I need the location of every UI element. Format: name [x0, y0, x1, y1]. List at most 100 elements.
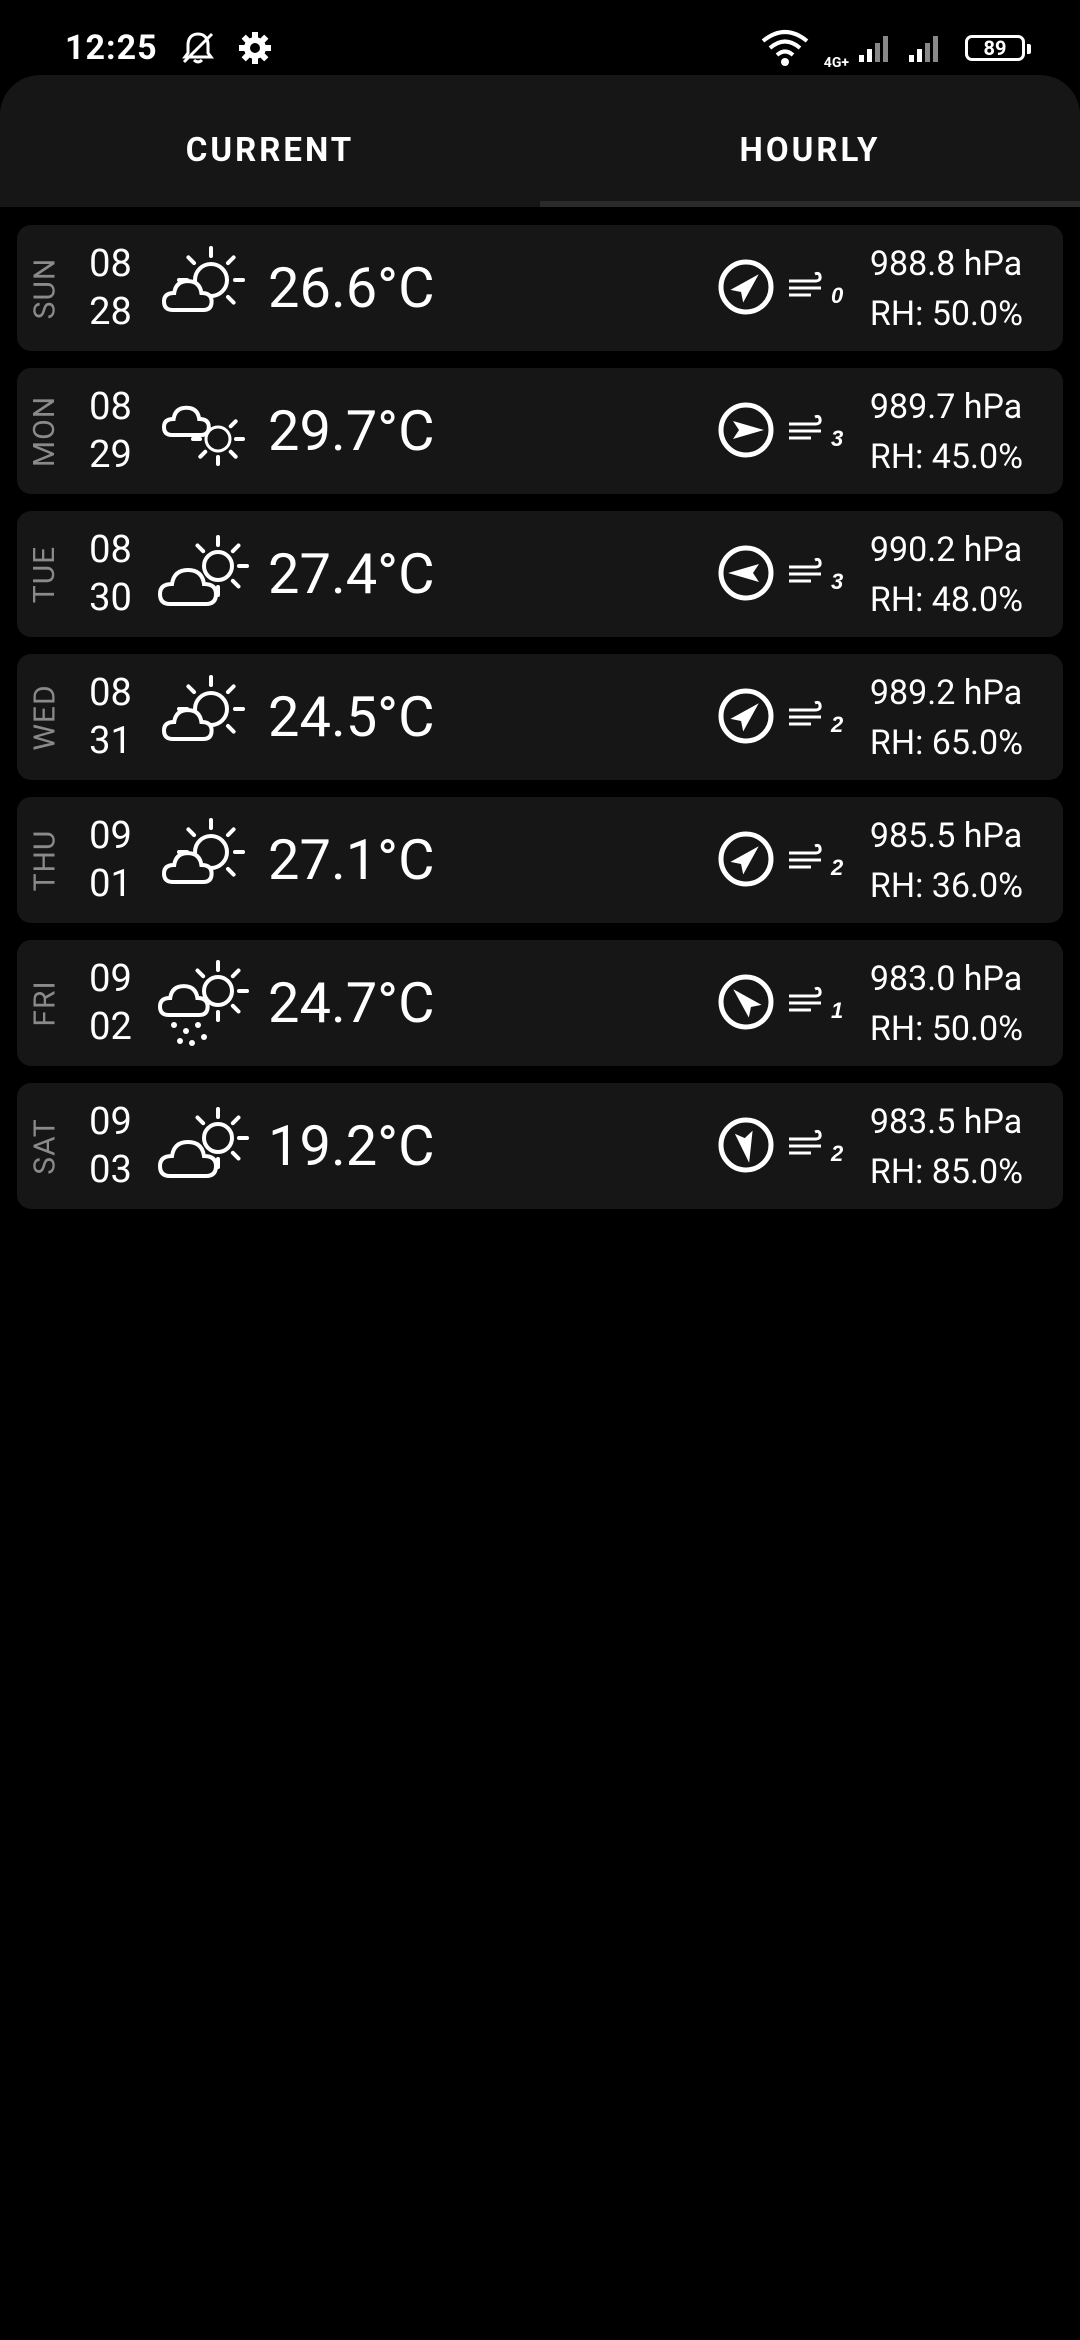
cloud-sun-icon [156, 1096, 256, 1196]
forecast-row-sun[interactable]: SUN 08 28 26.6°C 0 988.8 hPa RH: 50.0% [17, 225, 1063, 351]
forecast-list: SUN 08 28 26.6°C 0 988.8 hPa RH: 50.0% M… [17, 225, 1063, 1226]
day-name: TUE [17, 511, 73, 637]
tab-current-label: CURRENT [185, 130, 355, 170]
month-label: 08 [89, 671, 132, 715]
forecast-row-mon[interactable]: MON 08 29 29.7°C 3 989.7 hPa RH: 45.0% [17, 368, 1063, 494]
tab-bar: CURRENT HOURLY [0, 75, 1080, 207]
date-label: 29 [89, 433, 132, 477]
temperature-label: 27.4°C [268, 541, 435, 607]
humidity-label: RH: 45.0% [869, 437, 1023, 477]
month-label: 09 [89, 814, 132, 858]
wind-speed-icon: 3 [789, 557, 843, 593]
wind-group: 3 [717, 401, 845, 459]
tab-hourly[interactable]: HOURLY [540, 75, 1080, 207]
wind-direction-icon [718, 974, 774, 1030]
day-name-label: TUE [27, 545, 63, 603]
wind-group: 3 [717, 544, 845, 602]
wind-group: 1 [717, 973, 845, 1031]
pressure-label: 990.2 hPa [869, 530, 1023, 570]
month-label: 08 [89, 385, 132, 429]
date-block: 08 29 [73, 383, 148, 479]
temperature-label: 19.2°C [268, 1113, 435, 1179]
battery-level: 89 [983, 35, 1007, 60]
date-label: 31 [89, 719, 132, 763]
temperature-label: 27.1°C [268, 827, 435, 893]
pressure-block: 989.2 hPa RH: 65.0% [870, 668, 1023, 768]
date-label: 03 [89, 1148, 132, 1192]
battery-indicator: 89 [965, 34, 1031, 61]
humidity-label: RH: 50.0% [869, 1009, 1023, 1049]
day-name: WED [17, 654, 73, 780]
month-label: 09 [89, 957, 132, 1001]
wind-speed-icon: 2 [789, 843, 844, 879]
date-block: 09 03 [73, 1098, 148, 1194]
humidity-label: RH: 65.0% [869, 723, 1023, 763]
day-name-label: WED [27, 683, 63, 751]
date-label: 28 [89, 290, 132, 334]
wind-direction-icon [718, 259, 774, 315]
day-name-label: SAT [27, 1117, 63, 1175]
pressure-label: 989.7 hPa [869, 387, 1023, 427]
wind-speed-icon: 3 [789, 414, 843, 450]
temperature-label: 29.7°C [268, 398, 435, 464]
cloud-sun-behind-icon [156, 381, 256, 481]
wind-group: 2 [717, 1116, 845, 1174]
forecast-row-tue[interactable]: TUE 08 30 27.4°C 3 990.2 hPa RH: 48.0% [17, 511, 1063, 637]
wind-group: 0 [717, 258, 845, 316]
wind-direction-icon [718, 688, 774, 744]
partly-cloudy-sun-icon [156, 810, 256, 910]
wind-speed-icon: 1 [789, 986, 843, 1022]
forecast-row-wed[interactable]: WED 08 31 24.5°C 2 989.2 hPa RH: 65.0% [17, 654, 1063, 780]
pressure-label: 989.2 hPa [869, 673, 1023, 713]
day-name: SAT [17, 1083, 73, 1209]
day-name: SUN [17, 225, 73, 351]
day-name-label: THU [27, 829, 63, 891]
pressure-block: 989.7 hPa RH: 45.0% [870, 382, 1023, 482]
partly-cloudy-sun-icon [156, 238, 256, 338]
pressure-label: 988.8 hPa [869, 244, 1023, 284]
date-block: 08 31 [73, 669, 148, 765]
day-name-label: MON [27, 395, 63, 467]
forecast-row-sat[interactable]: SAT 09 03 19.2°C 2 983.5 hPa RH: 85.0% [17, 1083, 1063, 1209]
wind-speed-value: 1 [831, 998, 843, 1022]
wind-direction-icon [718, 1117, 774, 1173]
day-name-label: SUN [27, 257, 63, 319]
month-label: 09 [89, 1100, 132, 1144]
humidity-label: RH: 36.0% [869, 866, 1023, 906]
wind-speed-value: 2 [830, 855, 844, 879]
wind-direction-icon [718, 545, 774, 601]
bell-muted-icon [181, 31, 214, 63]
day-name-label: FRI [27, 979, 63, 1027]
humidity-label: RH: 50.0% [869, 294, 1023, 334]
tab-current[interactable]: CURRENT [0, 75, 540, 207]
temperature-label: 26.6°C [268, 255, 435, 321]
day-name: THU [17, 797, 73, 923]
pressure-label: 983.0 hPa [869, 959, 1023, 999]
pressure-block: 983.5 hPa RH: 85.0% [870, 1097, 1023, 1197]
month-label: 08 [89, 528, 132, 572]
pressure-block: 990.2 hPa RH: 48.0% [870, 525, 1023, 625]
wind-group: 2 [717, 687, 845, 745]
wind-speed-icon: 2 [789, 1129, 844, 1165]
pressure-block: 983.0 hPa RH: 50.0% [870, 954, 1023, 1054]
forecast-row-thu[interactable]: THU 09 01 27.1°C 2 985.5 hPa RH: 36.0% [17, 797, 1063, 923]
wind-speed-value: 3 [831, 569, 843, 593]
day-name: FRI [17, 940, 73, 1066]
date-block: 08 30 [73, 526, 148, 622]
signal-icon-2 [909, 35, 938, 62]
wind-speed-value: 2 [830, 1141, 844, 1165]
status-bar-left: 12:25 [65, 28, 272, 68]
wifi-icon [761, 29, 809, 66]
wind-speed-icon: 0 [789, 271, 844, 307]
day-name: MON [17, 368, 73, 494]
date-block: 09 02 [73, 955, 148, 1051]
month-label: 08 [89, 242, 132, 286]
forecast-row-fri[interactable]: FRI 09 02 24.7°C 1 983.0 hPa RH: 50.0% [17, 940, 1063, 1066]
wind-group: 2 [717, 830, 845, 888]
date-block: 09 01 [73, 812, 148, 908]
wind-speed-icon: 2 [789, 700, 844, 736]
cloud-sun-icon [156, 524, 256, 624]
pressure-label: 983.5 hPa [869, 1102, 1023, 1142]
network-type-label: 4G+ [823, 54, 849, 71]
pressure-label: 985.5 hPa [869, 816, 1023, 856]
